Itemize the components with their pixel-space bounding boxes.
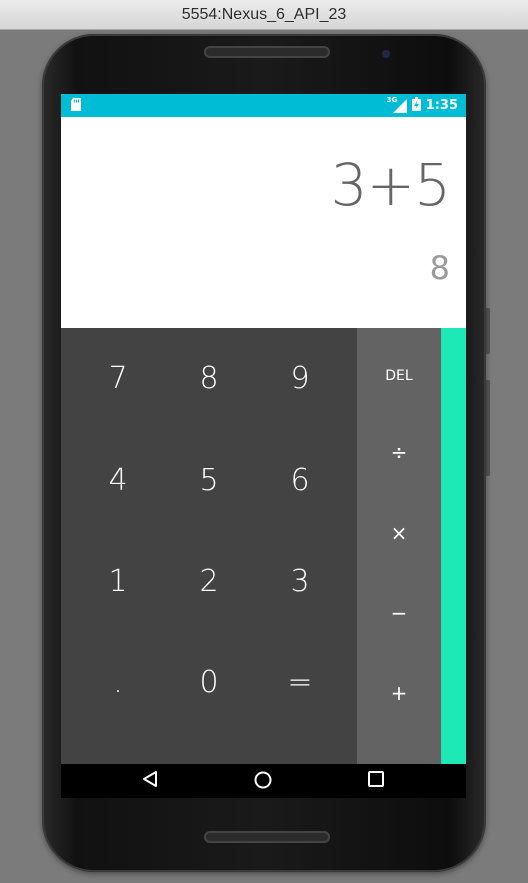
top-speaker (204, 46, 330, 58)
minus-button[interactable]: − (357, 573, 441, 653)
status-bar: 3G 1:35 (61, 94, 466, 117)
device-screen: 3G 1:35 3+5 8 7 8 9 4 5 6 1 2 3 . 0 = DE… (61, 94, 466, 798)
key-2[interactable]: 2 (164, 531, 254, 631)
key-3[interactable]: 3 (255, 531, 345, 631)
divide-button[interactable]: ÷ (357, 412, 441, 492)
advanced-panel-handle[interactable] (441, 328, 466, 764)
delete-button[interactable]: DEL (357, 336, 441, 416)
power-button[interactable] (486, 308, 490, 354)
signal-icon: 3G (387, 96, 407, 113)
navigation-bar (61, 764, 466, 798)
recents-icon[interactable] (367, 770, 391, 792)
key-9[interactable]: 9 (255, 328, 345, 428)
key-0[interactable]: 0 (164, 632, 254, 732)
plus-button[interactable]: + (357, 653, 441, 733)
key-5[interactable]: 5 (164, 430, 254, 530)
key-1[interactable]: 1 (73, 531, 163, 631)
volume-button[interactable] (486, 380, 490, 476)
key-8[interactable]: 8 (164, 328, 254, 428)
key-decimal[interactable]: . (73, 632, 163, 732)
key-4[interactable]: 4 (73, 430, 163, 530)
result-text: 8 (429, 249, 450, 287)
sd-card-icon (71, 98, 81, 114)
window-title: 5554:Nexus_6_API_23 (0, 0, 528, 30)
key-7[interactable]: 7 (73, 328, 163, 428)
key-equals[interactable]: = (255, 632, 345, 732)
front-camera (382, 50, 390, 58)
key-6[interactable]: 6 (255, 430, 345, 530)
formula-text[interactable]: 3+5 (331, 151, 451, 219)
bottom-speaker (204, 831, 330, 843)
back-icon[interactable] (141, 770, 165, 792)
operator-panel: DEL ÷ × − + (357, 328, 441, 764)
calculator-display: 3+5 8 (61, 117, 466, 328)
battery-icon (411, 97, 421, 114)
multiply-button[interactable]: × (357, 493, 441, 573)
phone-frame: 3G 1:35 3+5 8 7 8 9 4 5 6 1 2 3 . 0 = DE… (42, 34, 486, 872)
numeric-keypad: 7 8 9 4 5 6 1 2 3 . 0 = (61, 328, 357, 764)
home-icon[interactable] (253, 770, 277, 792)
clock: 1:35 (425, 98, 458, 113)
